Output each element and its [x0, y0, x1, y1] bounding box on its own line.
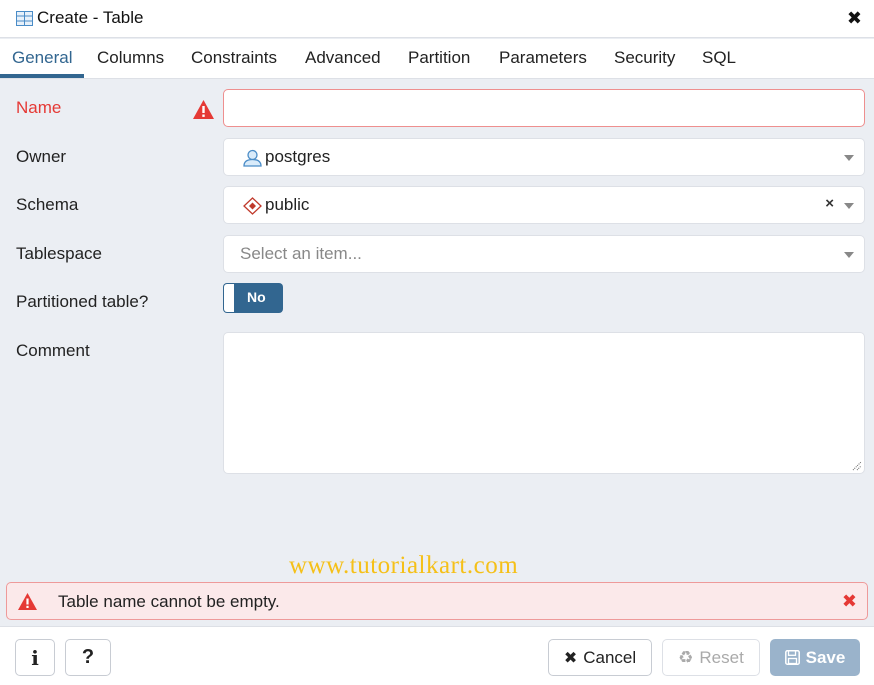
- schema-select[interactable]: public ×: [223, 186, 865, 224]
- warning-icon: [193, 100, 214, 119]
- partitioned-label: Partitioned table?: [16, 292, 149, 311]
- dialog-footer: i ? ✖ Cancel ♻ Reset Save: [0, 626, 874, 685]
- warning-icon: [18, 593, 37, 610]
- close-icon[interactable]: ✖: [842, 591, 857, 612]
- tab-parameters[interactable]: Parameters: [499, 48, 587, 68]
- info-button[interactable]: i: [15, 639, 55, 676]
- help-button[interactable]: ?: [65, 639, 111, 676]
- tab-general[interactable]: General: [12, 48, 72, 68]
- active-tab-indicator: [0, 74, 84, 78]
- tab-partition[interactable]: Partition: [408, 48, 470, 68]
- cancel-label: Cancel: [583, 647, 637, 667]
- schema-value: public: [265, 195, 310, 214]
- cancel-button[interactable]: ✖ Cancel: [548, 639, 652, 676]
- resize-handle-icon[interactable]: [852, 461, 862, 471]
- recycle-icon: ♻: [678, 647, 694, 667]
- save-icon: [784, 650, 800, 665]
- clear-icon[interactable]: ×: [825, 195, 834, 212]
- tab-sql[interactable]: SQL: [702, 48, 736, 68]
- tab-security[interactable]: Security: [614, 48, 675, 68]
- user-icon: [243, 149, 262, 167]
- owner-value: postgres: [265, 147, 331, 166]
- tab-bar: General Columns Constraints Advanced Par…: [0, 39, 874, 79]
- alert-message: Table name cannot be empty.: [58, 592, 280, 611]
- tablespace-label: Tablespace: [16, 244, 103, 263]
- reset-label: Reset: [699, 647, 744, 667]
- comment-textarea[interactable]: [223, 332, 865, 474]
- name-input[interactable]: [223, 89, 865, 127]
- schema-label: Schema: [16, 195, 79, 214]
- help-icon: ?: [81, 646, 95, 668]
- save-label: Save: [805, 647, 846, 667]
- comment-label: Comment: [16, 341, 90, 360]
- watermark-text: www.tutorialkart.com: [289, 552, 519, 579]
- tab-constraints[interactable]: Constraints: [191, 48, 277, 68]
- tablespace-placeholder: Select an item...: [240, 244, 362, 263]
- toggle-label: No: [247, 289, 266, 305]
- name-label: Name: [16, 98, 62, 117]
- tablespace-select[interactable]: Select an item...: [223, 235, 865, 273]
- info-icon: i: [31, 645, 39, 670]
- dialog-titlebar: Create - Table ✖: [0, 0, 874, 38]
- table-icon: [16, 11, 33, 26]
- error-alert: Table name cannot be empty. ✖: [6, 582, 868, 620]
- reset-button[interactable]: ♻ Reset: [662, 639, 760, 676]
- partitioned-toggle[interactable]: No: [223, 283, 283, 313]
- close-icon[interactable]: ✖: [847, 8, 862, 29]
- save-button[interactable]: Save: [770, 639, 860, 676]
- owner-label: Owner: [16, 147, 67, 166]
- dialog-title: Create - Table: [37, 8, 144, 27]
- schema-icon: [243, 197, 262, 215]
- tab-columns[interactable]: Columns: [97, 48, 164, 68]
- toggle-knob: [224, 284, 234, 312]
- chevron-down-icon[interactable]: [844, 252, 854, 258]
- close-icon: ✖: [563, 649, 578, 667]
- chevron-down-icon[interactable]: [844, 155, 854, 161]
- chevron-down-icon[interactable]: [844, 203, 854, 209]
- tab-advanced[interactable]: Advanced: [305, 48, 381, 68]
- owner-select[interactable]: postgres: [223, 138, 865, 176]
